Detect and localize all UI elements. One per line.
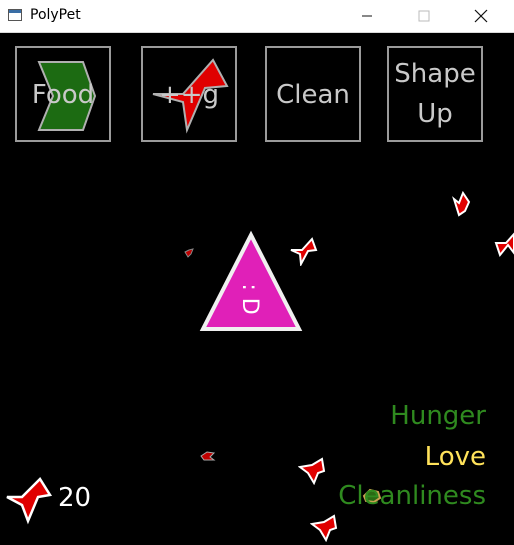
- minimize-button[interactable]: [344, 0, 390, 32]
- shape-up-label: Shape Up: [389, 54, 481, 134]
- clean-button[interactable]: Clean: [265, 46, 361, 142]
- shape-up-label-line1: Shape: [394, 59, 476, 89]
- red-arrow-collectible[interactable]: [298, 457, 328, 485]
- minimize-icon: [362, 15, 372, 17]
- cleanliness-stat: Cleanliness: [338, 481, 486, 511]
- title-bar: PolyPet: [0, 0, 514, 33]
- gift-label: ++g: [158, 80, 220, 110]
- close-icon: [474, 9, 488, 23]
- shape-up-label-line2: Up: [417, 99, 453, 129]
- game-area[interactable]: Food ++g Clean Shape Up : D Hunger Love …: [0, 33, 514, 545]
- red-arrow-collectible[interactable]: [310, 514, 340, 542]
- currency-count: 20: [58, 483, 92, 513]
- maximize-button[interactable]: [401, 0, 447, 32]
- love-stat: Love: [424, 442, 486, 472]
- maximize-icon: [418, 10, 430, 22]
- red-arrow-collectible[interactable]: [494, 231, 514, 261]
- window-title: PolyPet: [30, 7, 81, 23]
- gift-button[interactable]: ++g: [141, 46, 237, 142]
- hunger-stat: Hunger: [390, 401, 486, 431]
- pet-face: : D: [237, 283, 262, 314]
- red-arrow-collectible-small[interactable]: [200, 450, 216, 462]
- shape-up-button[interactable]: Shape Up: [387, 46, 483, 142]
- red-arrow-currency-icon: [6, 477, 53, 525]
- red-arrow-collectible-small[interactable]: [184, 248, 194, 258]
- food-button[interactable]: Food: [15, 46, 111, 142]
- close-button[interactable]: [458, 0, 504, 32]
- polypet-window: PolyPet Food ++g Clean Shape Up: D Hung…: [0, 0, 514, 545]
- red-arrow-collectible[interactable]: [288, 236, 318, 266]
- clean-label: Clean: [276, 80, 350, 110]
- food-label: Food: [31, 80, 95, 110]
- red-arrow-collectible[interactable]: [451, 191, 475, 217]
- app-window-icon: [8, 9, 22, 21]
